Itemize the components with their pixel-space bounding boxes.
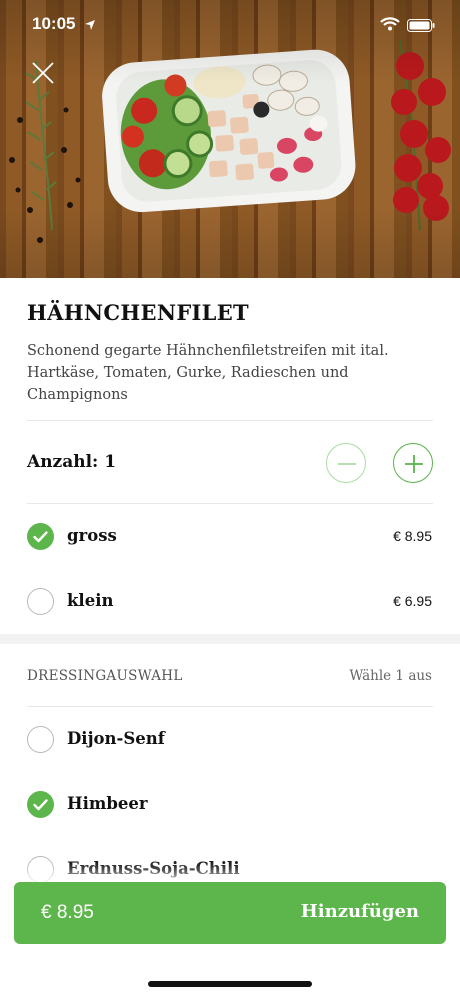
quantity-label: Anzahl: 1 — [27, 452, 117, 472]
product-description: Schonend gegarte Hähnchenfiletstreifen m… — [27, 343, 389, 403]
status-time: 10:05 — [32, 14, 76, 33]
add-to-cart-button[interactable]: € 8.95 Hinzufügen — [14, 882, 446, 944]
divider — [27, 706, 433, 707]
dressing-option-label: Himbeer — [67, 794, 148, 813]
dressing-section-header: DRESSINGAUSWAHL — [27, 668, 183, 684]
dressing-option-dijon-senf[interactable]: Dijon-Senf — [0, 712, 460, 768]
size-option-label: klein — [67, 591, 114, 610]
radio-unchecked[interactable] — [27, 856, 54, 883]
decrease-quantity-button[interactable] — [326, 443, 366, 483]
radio-unchecked[interactable] — [27, 726, 54, 753]
section-separator — [0, 634, 460, 644]
product-title: HÄHNCHENFILET — [27, 300, 249, 325]
plus-icon — [405, 455, 423, 473]
divider — [27, 420, 433, 421]
dressing-option-label: Dijon-Senf — [67, 729, 165, 748]
dressing-option-himbeer[interactable]: Himbeer — [0, 777, 460, 833]
increase-quantity-button[interactable] — [393, 443, 433, 483]
checkmark-icon — [33, 799, 48, 811]
close-button[interactable] — [28, 58, 58, 88]
dressing-section-hint: Wähle 1 aus — [349, 668, 432, 684]
size-option-price: € 8.95 — [393, 528, 432, 544]
battery-icon — [407, 17, 435, 36]
dressing-option-label: Erdnuss-Soja-Chili — [67, 859, 240, 878]
divider — [27, 503, 433, 504]
size-option-gross[interactable]: gross € 8.95 — [0, 509, 460, 565]
status-bar: 10:05 — [0, 0, 460, 48]
home-indicator — [148, 981, 312, 987]
cart-total-price: € 8.95 — [41, 902, 94, 923]
size-option-klein[interactable]: klein € 6.95 — [0, 574, 460, 630]
size-option-price: € 6.95 — [393, 593, 432, 609]
radio-checked[interactable] — [27, 791, 54, 818]
location-arrow-icon — [84, 16, 96, 35]
checkmark-icon — [33, 531, 48, 543]
add-to-cart-label: Hinzufügen — [300, 901, 419, 922]
minus-icon — [338, 463, 356, 465]
wifi-icon — [380, 16, 400, 35]
close-icon — [32, 62, 54, 84]
radio-unchecked[interactable] — [27, 588, 54, 615]
radio-checked[interactable] — [27, 523, 54, 550]
size-option-label: gross — [67, 526, 117, 545]
